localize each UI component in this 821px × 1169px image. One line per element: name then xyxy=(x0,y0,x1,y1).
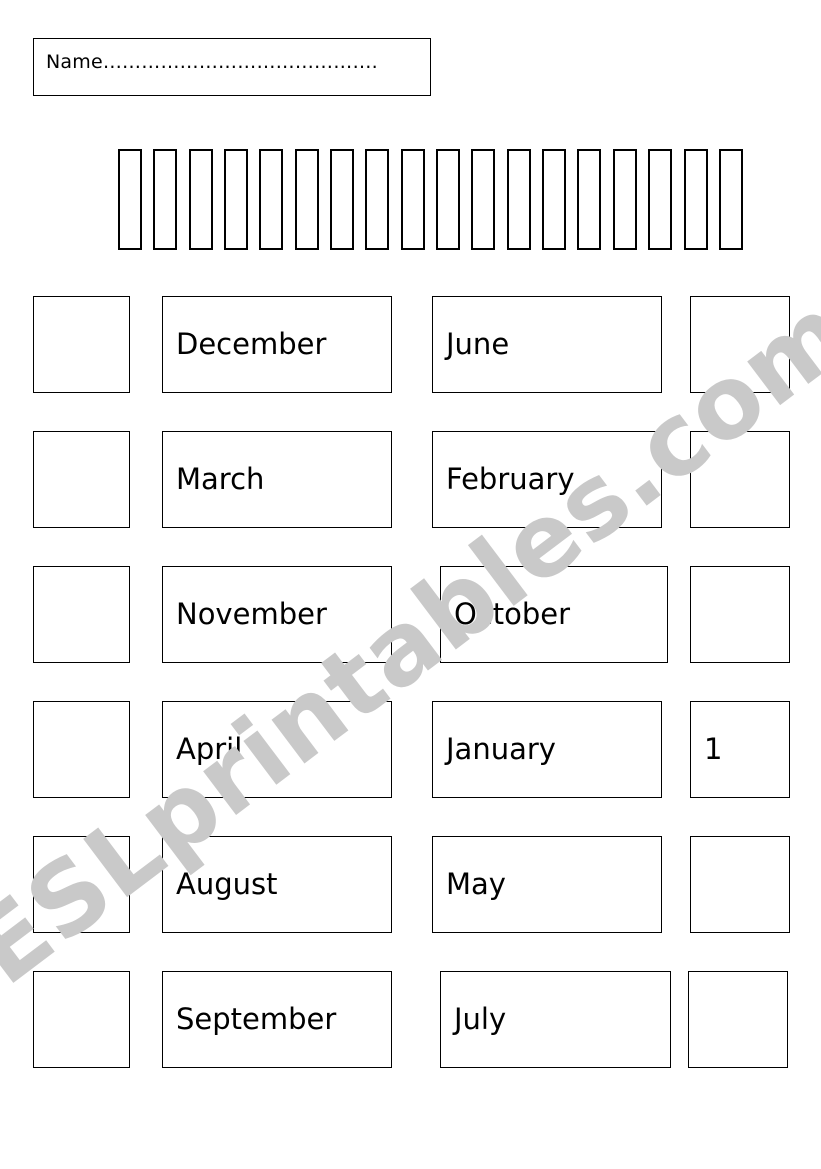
month-card-right-text: July xyxy=(454,1002,507,1036)
month-card-left-text: March xyxy=(176,462,265,496)
grid-row: December June xyxy=(0,296,821,431)
answer-box-left[interactable] xyxy=(33,971,130,1068)
month-card-left-text: November xyxy=(176,597,327,631)
cut-strip[interactable] xyxy=(188,149,213,250)
month-card-left[interactable]: December xyxy=(162,296,392,393)
month-card-left[interactable]: September xyxy=(162,971,392,1068)
cut-strip[interactable] xyxy=(718,149,743,250)
answer-box-left[interactable] xyxy=(33,566,130,663)
month-card-left[interactable]: August xyxy=(162,836,392,933)
month-card-left[interactable]: March xyxy=(162,431,392,528)
month-card-right[interactable]: June xyxy=(432,296,662,393)
cut-strip[interactable] xyxy=(259,149,284,250)
month-card-left-text: April xyxy=(176,732,243,766)
answer-box-right[interactable] xyxy=(690,836,790,933)
month-card-right[interactable]: May xyxy=(432,836,662,933)
cut-strip[interactable] xyxy=(294,149,319,250)
cut-strip[interactable] xyxy=(224,149,249,250)
cut-strip[interactable] xyxy=(400,149,425,250)
name-field[interactable]: Name……………………………………. xyxy=(33,38,431,96)
grid-row: November October xyxy=(0,566,821,701)
month-card-right[interactable]: July xyxy=(440,971,671,1068)
answer-box-right-text: 1 xyxy=(704,732,723,766)
answer-box-left[interactable] xyxy=(33,296,130,393)
cut-strip[interactable] xyxy=(471,149,496,250)
answer-box-right[interactable] xyxy=(688,971,788,1068)
name-label-text: Name xyxy=(46,51,103,73)
month-matching-grid: December June March February November October… xyxy=(0,296,821,1106)
cut-strip-row xyxy=(118,149,743,250)
answer-box-left[interactable] xyxy=(33,431,130,528)
cut-strip[interactable] xyxy=(612,149,637,250)
name-field-label: Name……………………………………. xyxy=(46,51,378,73)
grid-row: March February xyxy=(0,431,821,566)
month-card-left-text: August xyxy=(176,867,278,901)
month-card-left-text: September xyxy=(176,1002,337,1036)
month-card-left[interactable]: April xyxy=(162,701,392,798)
month-card-right-text: January xyxy=(446,732,556,766)
month-card-left[interactable]: November xyxy=(162,566,392,663)
cut-strip[interactable] xyxy=(365,149,390,250)
month-card-left-text: December xyxy=(176,327,327,361)
cut-strip[interactable] xyxy=(330,149,355,250)
name-dotted-line: ……………………………………. xyxy=(102,51,378,73)
grid-row: August May xyxy=(0,836,821,971)
grid-row: April January 1 xyxy=(0,701,821,836)
cut-strip[interactable] xyxy=(683,149,708,250)
answer-box-right[interactable] xyxy=(690,296,790,393)
month-card-right-text: June xyxy=(446,327,510,361)
answer-box-right[interactable]: 1 xyxy=(690,701,790,798)
month-card-right-text: February xyxy=(446,462,575,496)
cut-strip[interactable] xyxy=(506,149,531,250)
cut-strip[interactable] xyxy=(648,149,673,250)
answer-box-right[interactable] xyxy=(690,566,790,663)
month-card-right-text: October xyxy=(454,597,571,631)
cut-strip[interactable] xyxy=(153,149,178,250)
month-card-right-text: May xyxy=(446,867,506,901)
answer-box-left[interactable] xyxy=(33,836,130,933)
worksheet-page: Name……………………………………. December June March Feb… xyxy=(0,0,821,1169)
cut-strip[interactable] xyxy=(436,149,461,250)
cut-strip[interactable] xyxy=(542,149,567,250)
month-card-right[interactable]: January xyxy=(432,701,662,798)
grid-row: September July xyxy=(0,971,821,1106)
answer-box-left[interactable] xyxy=(33,701,130,798)
cut-strip[interactable] xyxy=(577,149,602,250)
month-card-right[interactable]: October xyxy=(440,566,668,663)
answer-box-right[interactable] xyxy=(690,431,790,528)
month-card-right[interactable]: February xyxy=(432,431,662,528)
cut-strip[interactable] xyxy=(118,149,142,250)
